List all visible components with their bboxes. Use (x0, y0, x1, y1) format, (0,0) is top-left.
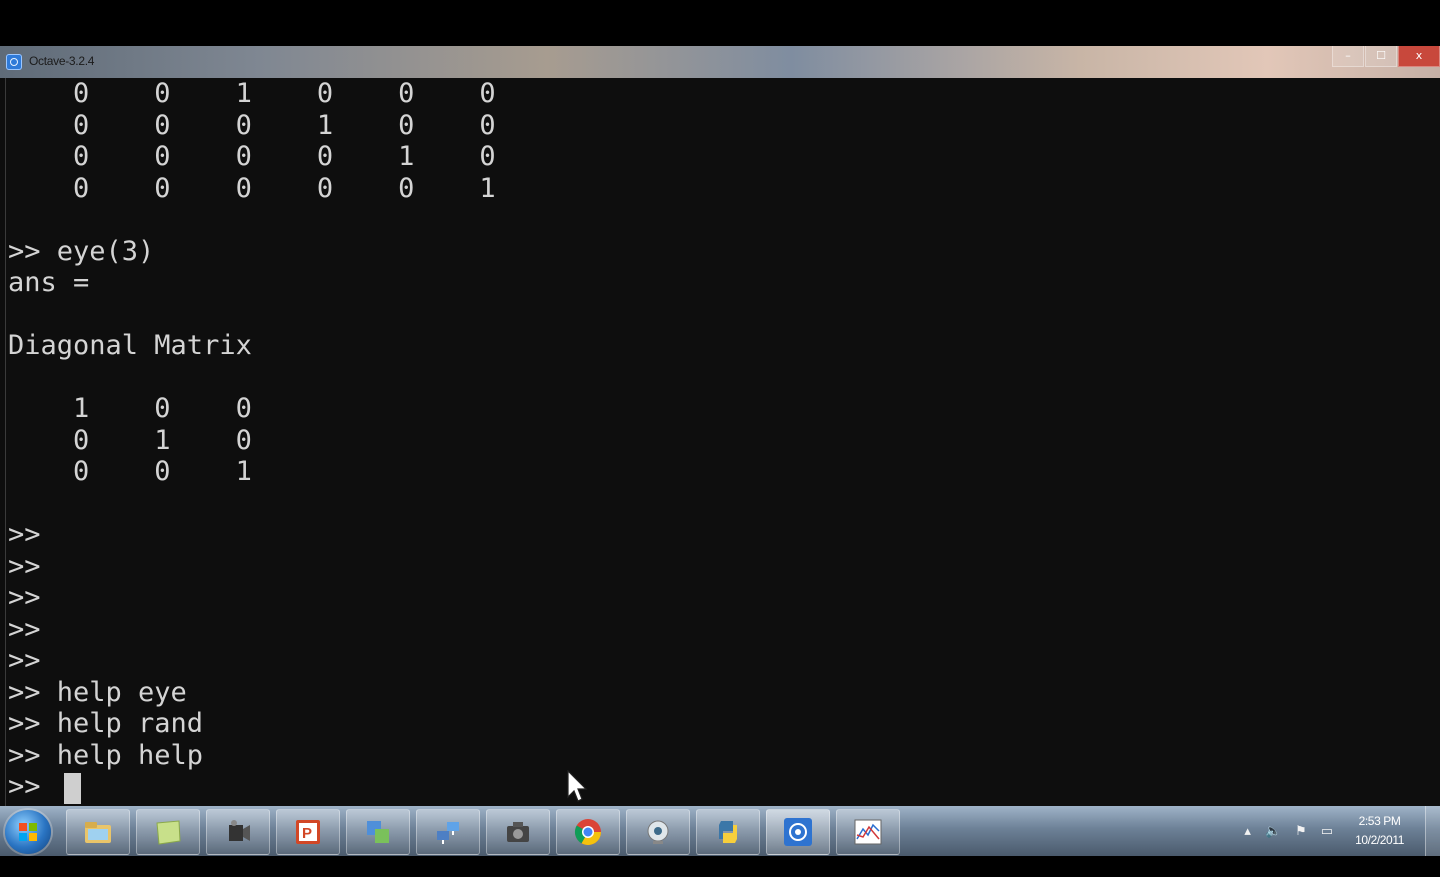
console-line: >> help rand (8, 708, 204, 739)
clock-date: 10/2/2011 (1355, 833, 1404, 847)
minimize-button[interactable]: – (1332, 46, 1364, 67)
console-area[interactable]: 0 0 1 0 0 0 0 0 0 1 0 0 0 0 0 0 1 0 0 0 … (5, 78, 1440, 806)
network-icon[interactable] (416, 809, 480, 855)
show-hidden-icons-icon[interactable]: ▴ (1244, 824, 1251, 839)
window-title: Octave-3.2.4 (29, 54, 95, 68)
window-titlebar[interactable]: Octave-3.2.4 – ☐ x (0, 46, 1440, 78)
octave-app-icon[interactable] (6, 54, 22, 70)
console-line: >> eye(3) (8, 235, 155, 267)
chrome-icon[interactable] (556, 809, 620, 855)
sticky-notes-icon[interactable] (136, 809, 200, 855)
console-line: 0 0 1 (8, 456, 252, 487)
mouse-pointer-icon (567, 770, 588, 802)
console-line: 1 0 0 (8, 393, 252, 424)
python-icon[interactable] (696, 809, 760, 855)
console-line: >> (8, 550, 41, 582)
clock-time: 2:53 PM (1358, 814, 1401, 828)
console-line: 0 0 0 0 1 0 (8, 141, 496, 172)
console-line: Diagonal Matrix (8, 330, 252, 361)
maximize-button[interactable]: ☐ (1365, 46, 1397, 67)
explorer-icon[interactable] (66, 809, 130, 855)
system-tray: ▴ 🔈 ⚑ ▭ 2:53 PM 10/2/2011 (1244, 806, 1404, 856)
console-line: >> (8, 519, 41, 550)
camera-icon[interactable] (486, 809, 550, 855)
windows-orb-icon[interactable] (5, 810, 51, 854)
console-line: >> (8, 613, 41, 645)
console-line: >> help help (8, 739, 204, 771)
text-cursor (64, 773, 81, 804)
octave-window: Octave-3.2.4 – ☐ x 0 0 1 0 0 0 0 0 0 1 0… (0, 46, 1440, 806)
octave-icon[interactable] (766, 809, 830, 855)
console-line: >> help eye (8, 676, 187, 708)
console-line: 0 1 0 (8, 424, 252, 456)
window-controls: – ☐ x (1331, 46, 1440, 68)
console-line: 0 0 0 1 0 0 (8, 109, 496, 141)
snipping-tool-icon[interactable] (346, 809, 410, 855)
camtasia-recorder-icon[interactable] (206, 809, 270, 855)
console-line: ans = (8, 267, 90, 298)
network-tray-icon[interactable]: ▭ (1321, 824, 1333, 839)
powerpoint-icon[interactable]: P (276, 809, 340, 855)
windows-logo-icon (19, 823, 37, 841)
console-output: 0 0 1 0 0 0 0 0 0 1 0 0 0 0 0 0 1 0 0 0 … (8, 78, 496, 803)
show-desktop-button[interactable] (1425, 806, 1440, 856)
action-center-flag-icon[interactable]: ⚑ (1295, 824, 1307, 839)
console-line: 0 0 0 0 0 1 (8, 172, 496, 204)
close-button[interactable]: x (1398, 46, 1440, 67)
taskbar-clock[interactable]: 2:53 PM 10/2/2011 (1355, 812, 1404, 850)
console-line: 0 0 1 0 0 0 (8, 78, 496, 109)
plot-window-icon[interactable] (836, 809, 900, 855)
console-line: >> (8, 771, 57, 802)
volume-icon[interactable]: 🔈 (1265, 824, 1281, 839)
webcam-icon[interactable] (626, 809, 690, 855)
taskbar: P ▴ 🔈 ⚑ ▭ 2:53 PM 10/2/2011 (0, 806, 1440, 856)
console-line: >> (8, 582, 41, 613)
console-line: >> (8, 645, 41, 676)
svg-text:P: P (302, 825, 312, 842)
